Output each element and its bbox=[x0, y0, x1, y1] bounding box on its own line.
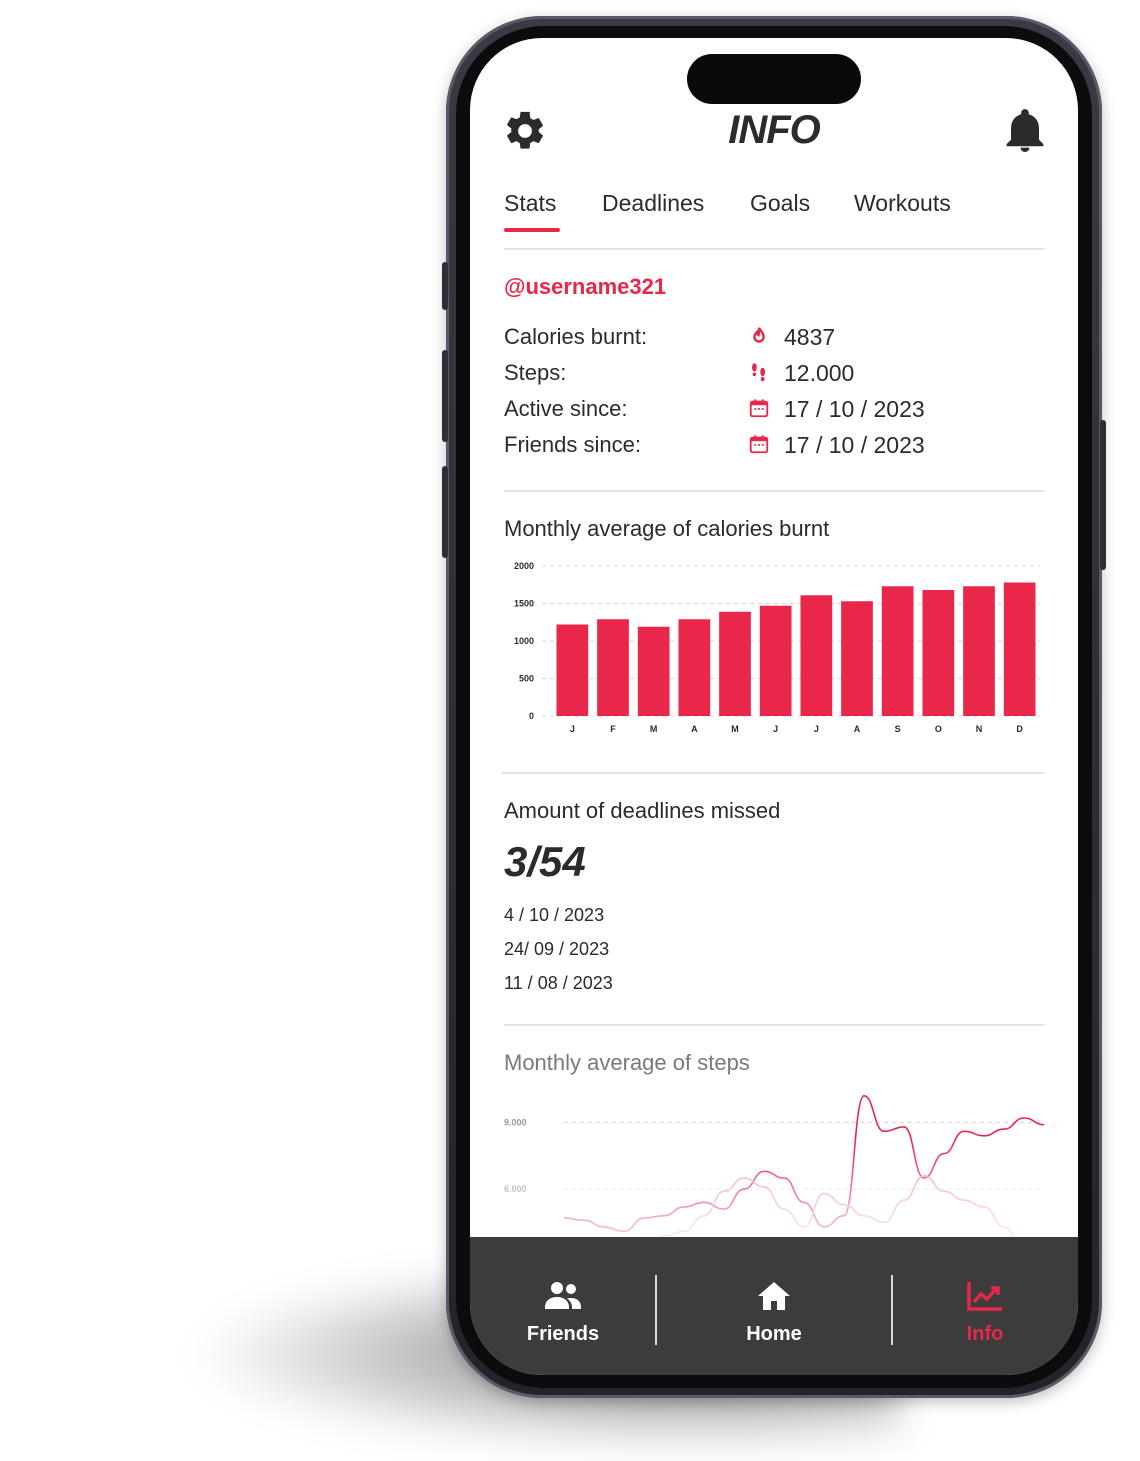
missed-deadlines-list: 4 / 10 / 2023 24/ 09 / 2023 11 / 08 / 20… bbox=[504, 904, 613, 1006]
calendar-icon bbox=[749, 399, 769, 418]
steps-chart-title: Monthly average of steps bbox=[504, 1050, 750, 1075]
chart-trend-icon bbox=[967, 1282, 1002, 1311]
tab-bar: Stats Deadlines Goals Workouts bbox=[504, 190, 1044, 250]
y-tick-label: 500 bbox=[519, 674, 534, 684]
x-tick-label: A bbox=[854, 724, 861, 734]
nav-home-label: Home bbox=[746, 1323, 802, 1345]
x-tick-label: M bbox=[650, 724, 658, 734]
nav-friends-label: Friends bbox=[526, 1323, 600, 1345]
active-tab-indicator bbox=[504, 228, 560, 232]
bar bbox=[597, 619, 629, 716]
bell-icon[interactable] bbox=[1004, 108, 1046, 154]
stat-row-active-since: Active since: 17 / 10 / 2023 bbox=[504, 392, 1044, 428]
volume-down-button bbox=[442, 466, 448, 558]
nav-friends[interactable]: Friends bbox=[470, 1237, 656, 1375]
bar bbox=[922, 590, 955, 716]
calories-chart-title: Monthly average of calories burnt bbox=[504, 516, 830, 541]
stat-value: 4837 bbox=[784, 324, 836, 350]
volume-up-button bbox=[442, 350, 448, 442]
bar bbox=[963, 586, 995, 716]
app-screen: INFO Stats Deadlines Goals Workouts @use… bbox=[470, 38, 1078, 1375]
power-button bbox=[1100, 420, 1106, 570]
bar bbox=[637, 626, 670, 716]
stat-row-calories: Calories burnt: 4837 bbox=[504, 320, 1044, 356]
x-tick-label: S bbox=[895, 724, 901, 734]
stat-label: Active since: bbox=[504, 396, 628, 421]
stat-label: Calories burnt: bbox=[504, 324, 648, 349]
bar bbox=[881, 586, 914, 716]
deadlines-title: Amount of deadlines missed bbox=[504, 798, 781, 823]
stat-row-steps: Steps: 12.000 bbox=[504, 356, 1044, 392]
bar bbox=[841, 601, 873, 716]
nav-separator bbox=[655, 1275, 657, 1345]
username: @username321 bbox=[504, 274, 667, 299]
steps-line-chart: 3.0006.0009.000 bbox=[500, 1094, 1048, 1248]
section-divider bbox=[504, 1024, 1044, 1026]
chart-fade-overlay bbox=[500, 1138, 1048, 1248]
bottom-nav: Friends Home Info bbox=[470, 1237, 1078, 1375]
bar bbox=[678, 619, 711, 716]
stat-label: Friends since: bbox=[504, 432, 641, 457]
stat-label: Steps: bbox=[504, 360, 567, 385]
footsteps-icon bbox=[752, 363, 766, 382]
friends-icon bbox=[545, 1282, 581, 1309]
x-tick-label: A bbox=[691, 724, 698, 734]
section-divider bbox=[504, 490, 1044, 492]
flame-icon bbox=[753, 327, 765, 343]
deadlines-missed-count: 3/54 bbox=[504, 838, 586, 885]
calendar-icon bbox=[749, 435, 769, 454]
y-tick-label: 2000 bbox=[514, 561, 534, 571]
bar bbox=[719, 611, 751, 716]
nav-home[interactable]: Home bbox=[681, 1237, 867, 1375]
x-tick-label: D bbox=[1016, 724, 1023, 734]
list-item: 24/ 09 / 2023 bbox=[504, 939, 610, 959]
tab-goals[interactable]: Goals bbox=[750, 190, 810, 217]
list-item: 11 / 08 / 2023 bbox=[504, 973, 613, 993]
x-tick-label: J bbox=[570, 724, 575, 734]
tab-stats[interactable]: Stats bbox=[504, 190, 560, 232]
dynamic-island bbox=[687, 54, 861, 104]
y-tick-label: 1500 bbox=[514, 599, 534, 609]
tab-workouts-label: Workouts bbox=[854, 190, 951, 216]
home-icon bbox=[758, 1282, 790, 1310]
bar bbox=[800, 595, 833, 716]
page-title: INFO bbox=[728, 108, 821, 152]
y-tick-label: 0 bbox=[529, 711, 534, 721]
tab-stats-label: Stats bbox=[504, 190, 557, 216]
bar bbox=[556, 624, 589, 716]
tab-goals-label: Goals bbox=[750, 190, 811, 216]
x-tick-label: N bbox=[976, 724, 983, 734]
nav-info-label: Info bbox=[966, 1323, 1004, 1345]
y-tick-label: 9.000 bbox=[504, 1117, 527, 1127]
nav-info[interactable]: Info bbox=[892, 1237, 1078, 1375]
section-divider bbox=[502, 772, 1044, 774]
x-tick-label: M bbox=[731, 724, 739, 734]
bar bbox=[1003, 582, 1036, 716]
bar bbox=[759, 605, 792, 716]
tab-deadlines-label: Deadlines bbox=[602, 190, 705, 216]
stat-row-friends-since: Friends since: 17 / 10 / 2023 bbox=[504, 428, 1044, 464]
y-tick-label: 1000 bbox=[514, 636, 534, 646]
stat-value: 12.000 bbox=[784, 360, 855, 386]
tab-deadlines[interactable]: Deadlines bbox=[602, 190, 704, 217]
x-tick-label: F bbox=[610, 724, 616, 734]
stat-value: 17 / 10 / 2023 bbox=[784, 432, 925, 458]
x-tick-label: J bbox=[773, 724, 778, 734]
stats-list: Calories burnt: 4837 Steps: 12.000 Activ… bbox=[504, 320, 1044, 464]
calories-bar-chart: 0 500 1000 1500 2000 J F M A M J J A S O N D bbox=[514, 561, 1040, 734]
stat-value: 17 / 10 / 2023 bbox=[784, 396, 925, 422]
x-tick-label: J bbox=[814, 724, 819, 734]
list-item: 4 / 10 / 2023 bbox=[504, 905, 605, 925]
x-tick-label: O bbox=[935, 724, 942, 734]
tab-workouts[interactable]: Workouts bbox=[854, 190, 951, 217]
action-button bbox=[442, 262, 448, 310]
